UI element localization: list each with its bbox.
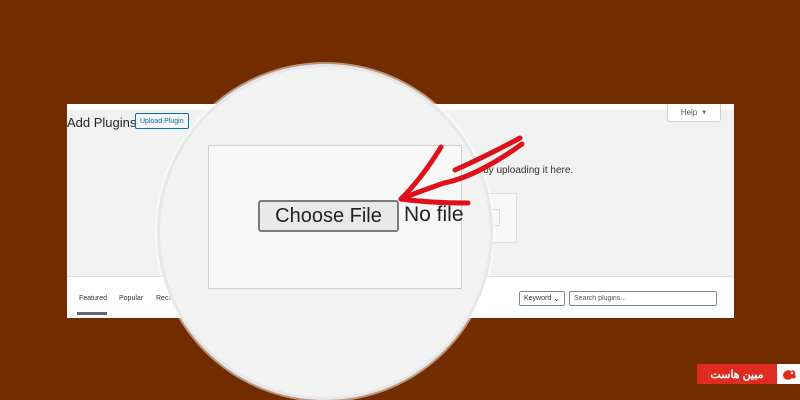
help-tab[interactable]: Help ▼ (667, 104, 721, 122)
upload-plugin-button[interactable]: Upload Plugin (135, 113, 189, 129)
search-type-select[interactable]: Keyword ⌄ (519, 291, 565, 306)
choose-file-button[interactable]: Choose File (258, 200, 399, 232)
magnifier-lens: Choose File No file (157, 64, 493, 400)
no-file-chosen-text: No file (404, 203, 464, 226)
search-plugins-input[interactable] (569, 291, 717, 306)
logo-text: مبین هاست (697, 364, 777, 384)
search-type-value: Keyword (524, 295, 552, 302)
chevron-down-icon: ⌄ (553, 294, 560, 303)
active-tab-indicator (77, 312, 107, 315)
logo-mark-icon (777, 364, 800, 384)
tab-featured[interactable]: Featured (79, 295, 107, 302)
brand-logo: مبین هاست (697, 364, 800, 384)
tab-popular[interactable]: Popular (119, 295, 143, 302)
page-title: Add Plugins (67, 115, 137, 130)
help-label: Help (680, 108, 698, 117)
chevron-down-icon: ▼ (701, 109, 708, 116)
